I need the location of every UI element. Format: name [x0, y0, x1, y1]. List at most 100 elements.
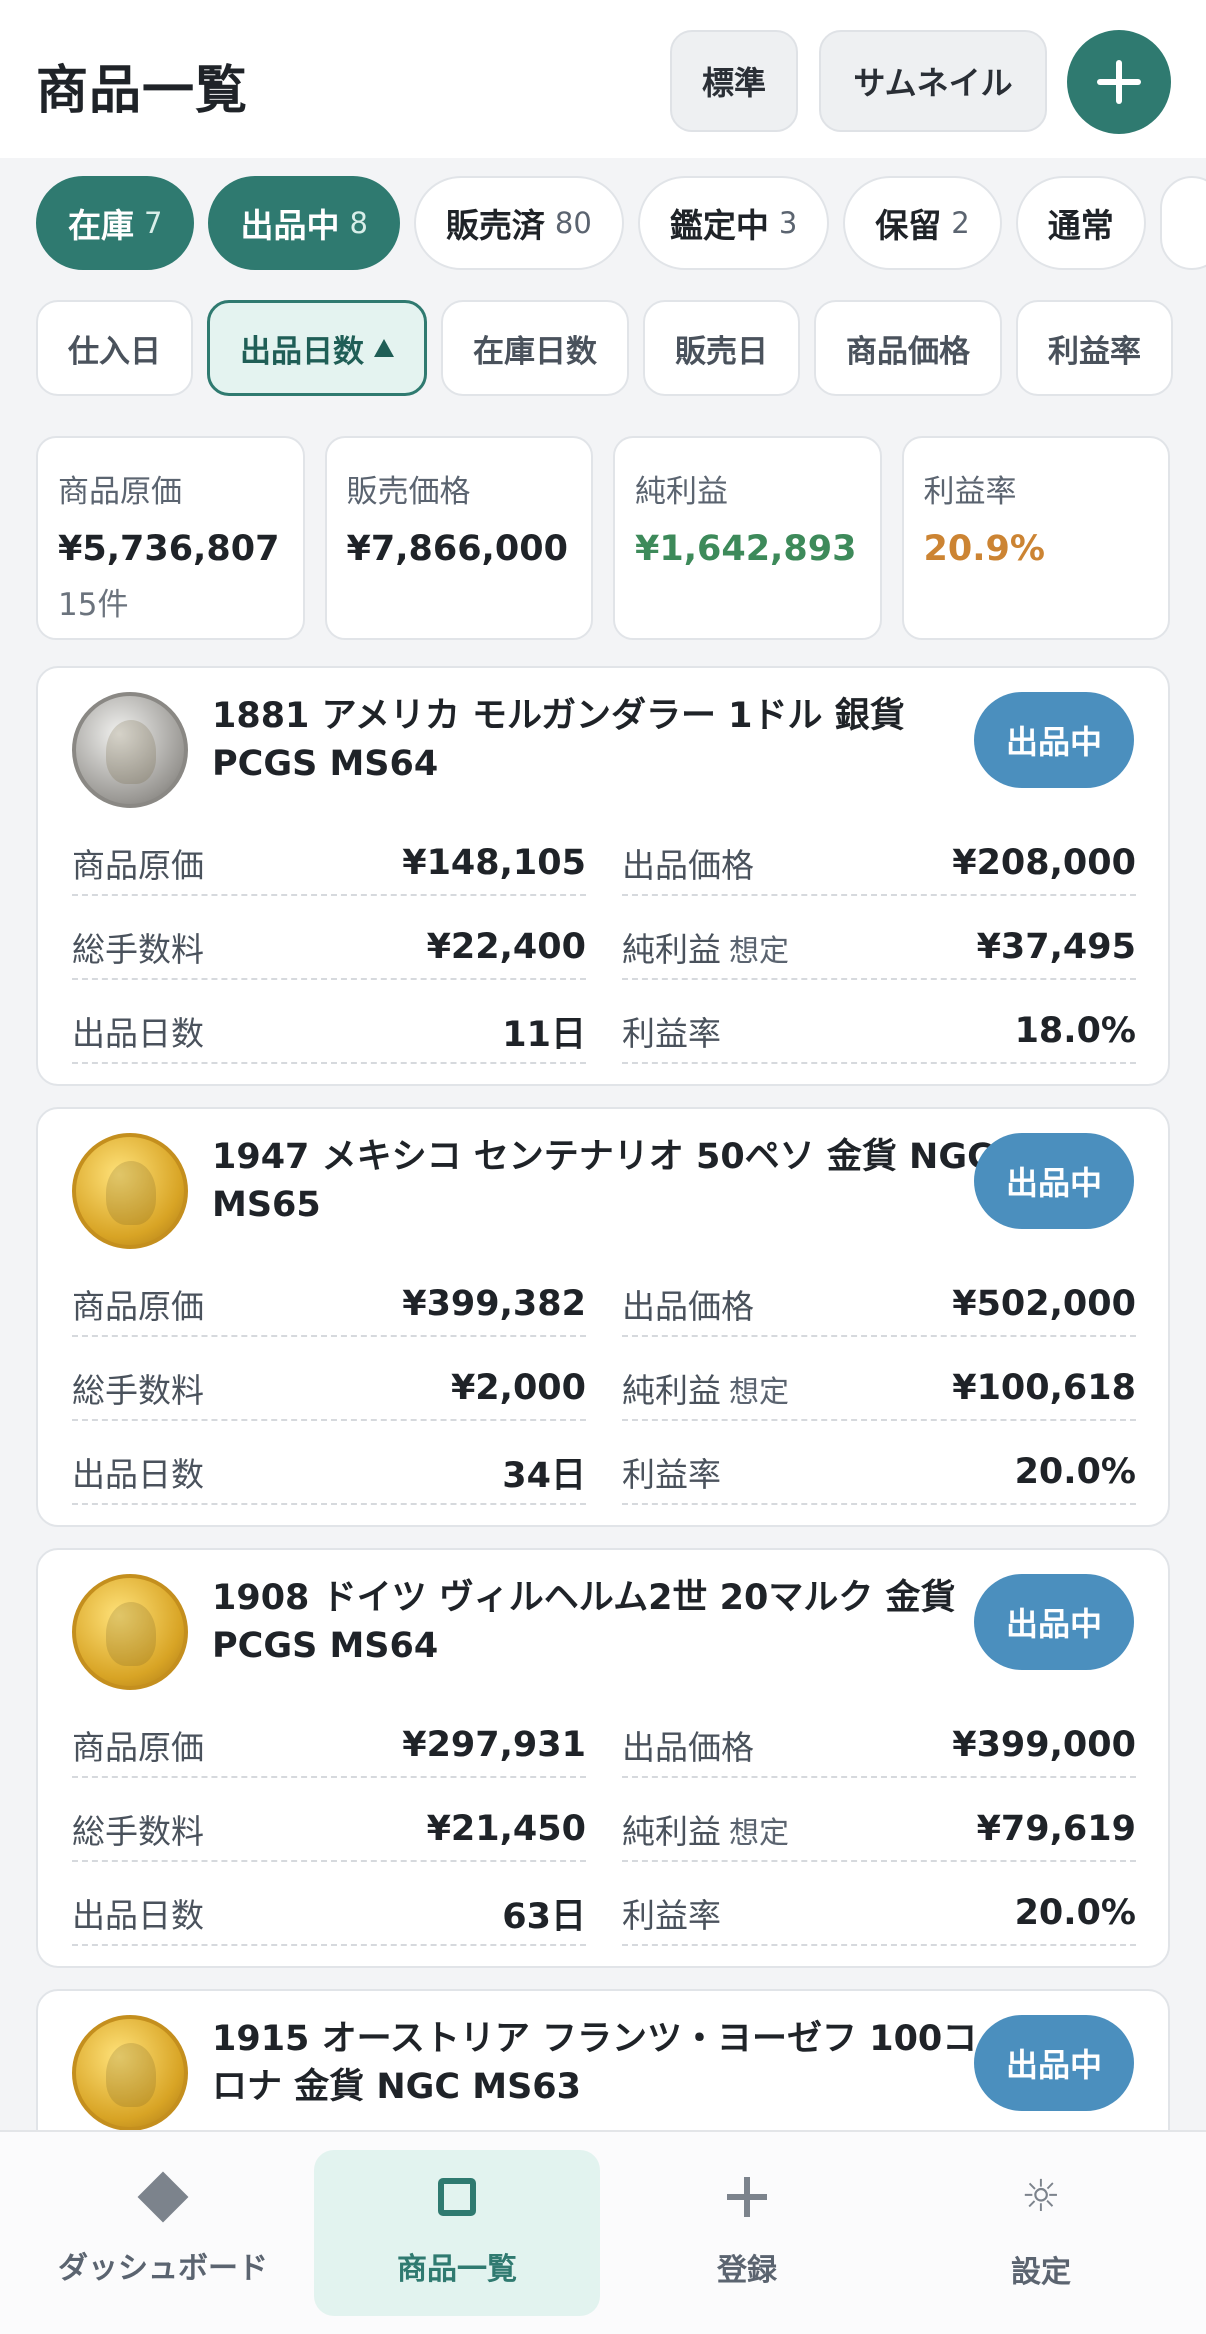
- cost-value: ¥399,382: [402, 1284, 586, 1324]
- view-standard-button[interactable]: 標準: [670, 30, 798, 132]
- listed-days-row: 出品日数 34日: [72, 1441, 586, 1505]
- net-profit-row: 純利益 想定 ¥79,619: [622, 1798, 1136, 1862]
- margin-value: 18.0%: [1014, 1011, 1136, 1051]
- listed-days-row: 出品日数 11日: [72, 1000, 586, 1064]
- summary-label: 販売価格: [346, 474, 471, 510]
- page-title: 商品一覧: [36, 61, 249, 121]
- product-card[interactable]: 1908 ドイツ ヴィルヘルム2世 20マルク 金貨 PCGS MS64 出品中…: [36, 1548, 1170, 1968]
- chip-label: 在庫: [68, 206, 134, 245]
- sort-label: 在庫日数: [473, 333, 597, 370]
- cost-value: ¥297,931: [402, 1725, 586, 1765]
- nav-register[interactable]: 登録: [604, 2150, 890, 2316]
- status-chip-in-stock[interactable]: 在庫 7: [36, 176, 195, 270]
- sort-bar: 仕入日 出品日数 在庫日数 販売日 商品価格 利益率: [36, 300, 1206, 398]
- plus-icon: [1097, 60, 1141, 104]
- cost-row: 商品原価 ¥399,382: [72, 1273, 586, 1337]
- summary-label: 純利益: [635, 474, 728, 510]
- net-profit-value: ¥79,619: [976, 1809, 1136, 1849]
- row-label: 総手数料: [72, 930, 204, 969]
- status-badge[interactable]: 出品中: [974, 2015, 1134, 2111]
- sort-listed-days[interactable]: 出品日数: [207, 300, 427, 396]
- summary-sale-card: 販売価格 ¥7,866,000: [324, 436, 593, 640]
- nav-label: 登録: [717, 2253, 777, 2288]
- row-label: 出品価格: [622, 846, 754, 885]
- chip-count: 3: [778, 206, 798, 240]
- status-chip-on-hold[interactable]: 保留 2: [843, 176, 1002, 270]
- chip-count: 7: [144, 206, 163, 240]
- row-label: 出品価格: [622, 1728, 754, 1767]
- diamond-icon: [137, 2171, 189, 2223]
- list-price-value: ¥208,000: [952, 843, 1136, 883]
- sort-stock-days[interactable]: 在庫日数: [441, 300, 629, 396]
- margin-row: 利益率 18.0%: [622, 1000, 1136, 1064]
- sort-margin[interactable]: 利益率: [1016, 300, 1173, 396]
- nav-label: 設定: [1011, 2255, 1071, 2290]
- cost-row: 商品原価 ¥148,105: [72, 832, 586, 896]
- fees-value: ¥21,450: [426, 1809, 586, 1849]
- list-price-row: 出品価格 ¥502,000: [622, 1273, 1136, 1337]
- net-profit-row: 純利益 想定 ¥100,618: [622, 1357, 1136, 1421]
- add-product-button[interactable]: [1067, 30, 1171, 134]
- status-chip-listed[interactable]: 出品中 8: [208, 176, 400, 270]
- status-chip-overflow[interactable]: [1159, 176, 1206, 270]
- cost-value: ¥148,105: [402, 843, 586, 883]
- coin-thumbnail: [72, 2015, 188, 2131]
- margin-value: 20.0%: [1014, 1452, 1136, 1492]
- status-badge[interactable]: 出品中: [974, 1133, 1134, 1229]
- nav-settings[interactable]: ☼ 設定: [898, 2150, 1184, 2316]
- nav-dashboard[interactable]: ダッシュボード: [20, 2150, 306, 2316]
- summary-margin-card: 利益率 20.9%: [901, 436, 1170, 640]
- status-chip-grading[interactable]: 鑑定中 3: [637, 176, 830, 270]
- nav-product-list[interactable]: 商品一覧: [314, 2150, 600, 2316]
- estimate-hint: 想定: [729, 1375, 789, 1410]
- product-title: 1947 メキシコ センテナリオ 50ペソ 金貨 NGC MS65: [212, 1137, 993, 1225]
- margin-value: 20.0%: [1014, 1893, 1136, 1933]
- estimate-hint: 想定: [729, 1816, 789, 1851]
- chip-count: 2: [951, 206, 970, 240]
- sort-sale-date[interactable]: 販売日: [643, 300, 800, 396]
- summary-value: ¥1,642,893: [635, 529, 857, 569]
- product-title: 1908 ドイツ ヴィルヘルム2世 20マルク 金貨 PCGS MS64: [212, 1578, 956, 1666]
- coin-thumbnail: [72, 1133, 188, 1249]
- row-label: 商品原価: [72, 846, 204, 885]
- row-label: 純利益 想定: [622, 930, 789, 969]
- list-price-value: ¥399,000: [952, 1725, 1136, 1765]
- chip-label: 保留: [875, 206, 942, 245]
- plus-icon: [727, 2177, 767, 2217]
- summary-cost-card: 商品原価 ¥5,736,807 15件: [36, 436, 305, 640]
- status-badge[interactable]: 出品中: [974, 1574, 1134, 1670]
- row-label: 総手数料: [72, 1371, 204, 1410]
- row-label: 出品日数: [72, 1896, 204, 1935]
- summary-panel: 商品原価 ¥5,736,807 15件 販売価格 ¥7,866,000 純利益 …: [36, 436, 1170, 640]
- status-chip-sold[interactable]: 販売済 80: [413, 176, 624, 270]
- status-badge[interactable]: 出品中: [974, 692, 1134, 788]
- chip-label: 出品中: [240, 206, 340, 245]
- listed-days-row: 出品日数 63日: [72, 1882, 586, 1946]
- status-chip-normal[interactable]: 通常: [1015, 176, 1146, 270]
- gear-icon: ☼: [1021, 2171, 1061, 2222]
- chip-label: 通常: [1047, 206, 1114, 245]
- listed-days-value: 63日: [502, 1896, 586, 1937]
- coin-thumbnail: [72, 1574, 188, 1690]
- chip-label: 鑑定中: [669, 206, 769, 245]
- net-profit-value: ¥100,618: [952, 1368, 1136, 1408]
- row-label: 商品原価: [72, 1728, 204, 1767]
- sort-purchase-date[interactable]: 仕入日: [36, 300, 193, 396]
- product-card[interactable]: 1947 メキシコ センテナリオ 50ペソ 金貨 NGC MS65 出品中 商品…: [36, 1107, 1170, 1527]
- net-profit-value: ¥37,495: [976, 927, 1136, 967]
- product-card[interactable]: 1881 アメリカ モルガンダラー 1ドル 銀貨 PCGS MS64 出品中 商…: [36, 666, 1170, 1086]
- row-label: 出品価格: [622, 1287, 754, 1326]
- row-label: 商品原価: [72, 1287, 204, 1326]
- summary-value: ¥5,736,807: [58, 529, 280, 569]
- summary-profit-card: 純利益 ¥1,642,893: [613, 436, 882, 640]
- sort-label: 出品日数: [240, 333, 364, 370]
- summary-count: 15件: [58, 587, 129, 623]
- bottom-nav: ダッシュボード 商品一覧 登録 ☼ 設定: [0, 2130, 1206, 2334]
- sort-price[interactable]: 商品価格: [814, 300, 1002, 396]
- list-price-row: 出品価格 ¥208,000: [622, 832, 1136, 896]
- coin-thumbnail: [72, 692, 188, 808]
- product-title: 1881 アメリカ モルガンダラー 1ドル 銀貨 PCGS MS64: [212, 696, 905, 784]
- row-label: 純利益 想定: [622, 1371, 789, 1410]
- view-thumbnail-button[interactable]: サムネイル: [819, 30, 1047, 132]
- nav-label: 商品一覧: [397, 2252, 517, 2287]
